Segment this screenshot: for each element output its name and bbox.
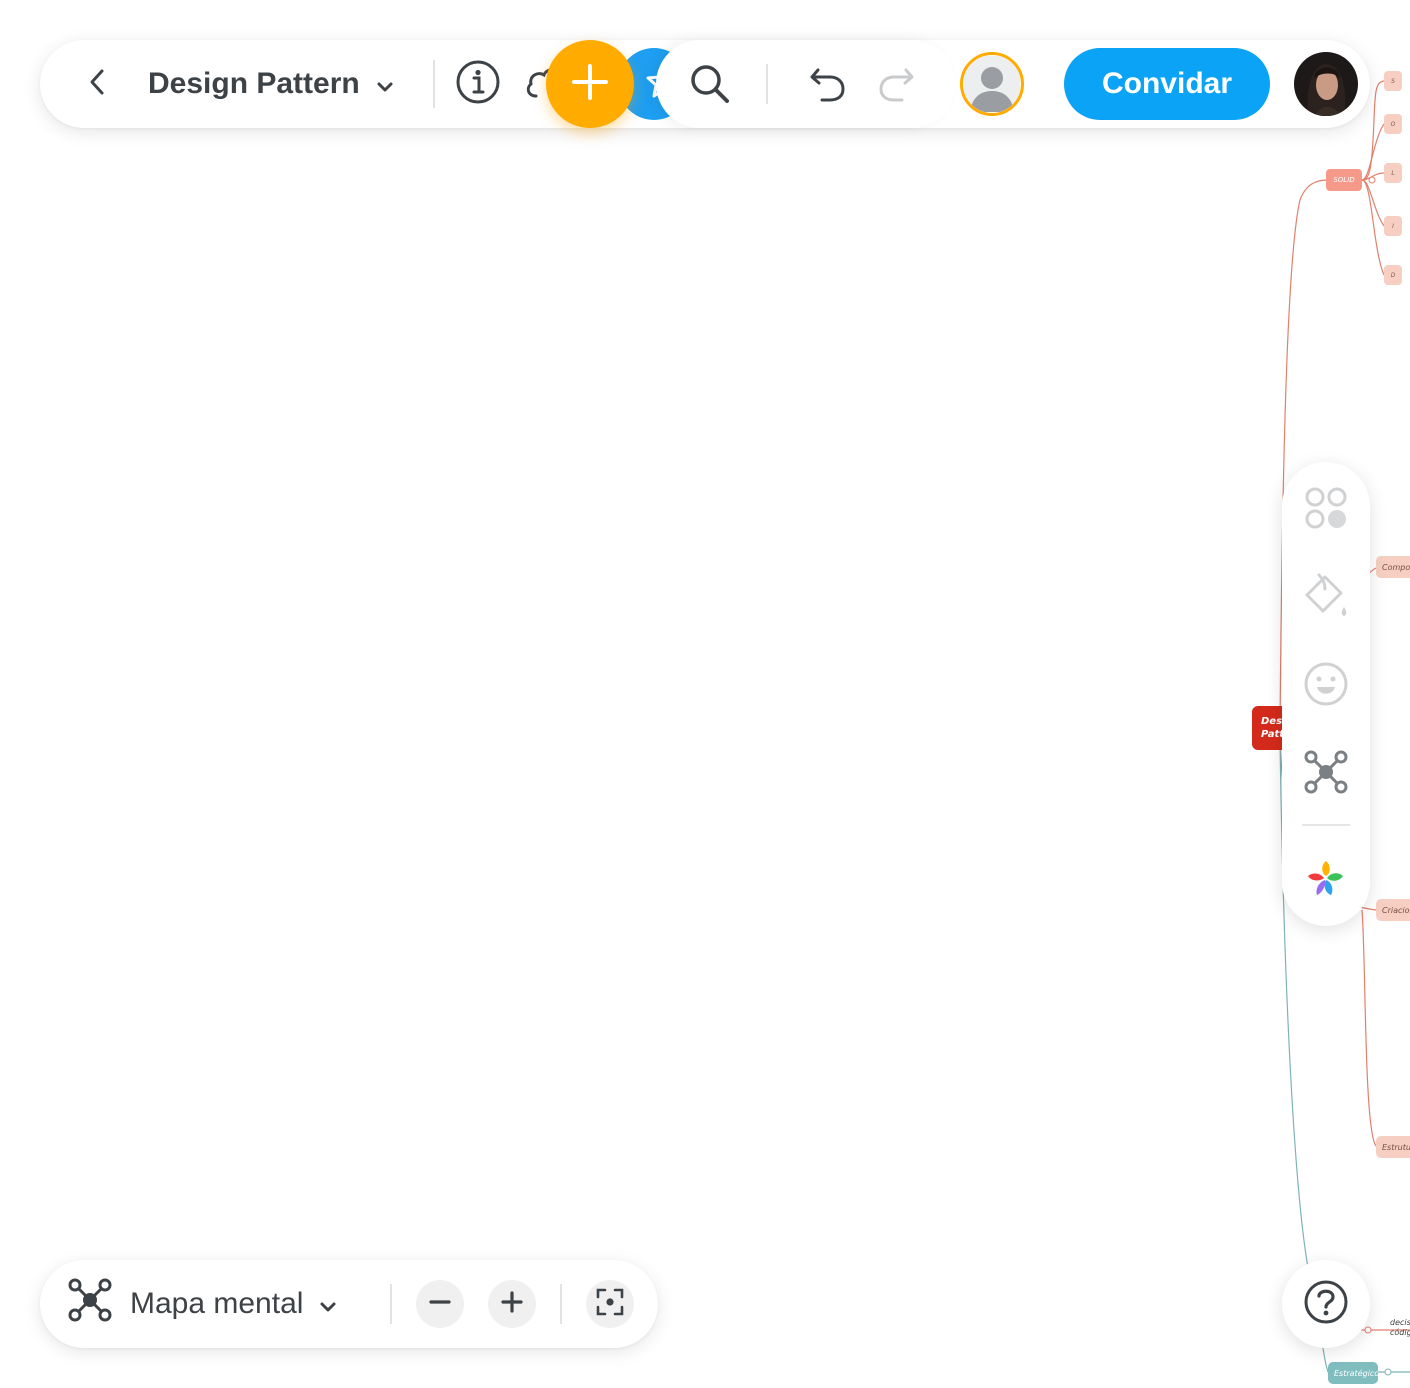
user-avatar[interactable] xyxy=(1294,52,1358,116)
chevron-down-icon xyxy=(376,67,394,101)
stickers-button[interactable] xyxy=(1300,660,1352,712)
minus-icon xyxy=(429,1291,451,1318)
invite-button[interactable]: Convidar xyxy=(1064,48,1270,120)
paint-bucket-icon xyxy=(1301,571,1351,626)
back-button[interactable] xyxy=(76,62,120,106)
zoom-in-button[interactable] xyxy=(488,1280,536,1328)
node-solid-s[interactable]: S xyxy=(1384,71,1402,91)
side-panel-divider xyxy=(1302,824,1350,826)
document-title: Design Pattern xyxy=(148,67,360,100)
layout-label: Mapa mental xyxy=(130,1287,304,1320)
invite-label: Convidar xyxy=(1101,67,1233,100)
focus-frame-icon xyxy=(596,1288,624,1321)
mindmap-canvas[interactable]: Desi Patt SOLID S O L I D Compor Criacio… xyxy=(0,0,1410,1388)
color-flower-icon xyxy=(1303,855,1349,906)
help-button[interactable] xyxy=(1282,1260,1370,1348)
layout-dropdown[interactable]: Mapa mental xyxy=(66,1278,337,1328)
search-button[interactable] xyxy=(684,60,736,112)
info-icon xyxy=(455,59,501,110)
add-button[interactable] xyxy=(546,40,634,128)
search-icon xyxy=(688,62,732,111)
toolbar-divider xyxy=(433,60,435,108)
map-structure-button[interactable] xyxy=(1300,748,1352,800)
undo-button[interactable] xyxy=(802,60,854,112)
side-panel xyxy=(1282,462,1370,926)
zoom-out-button[interactable] xyxy=(416,1280,464,1328)
templates-button[interactable] xyxy=(1300,484,1352,536)
emoji-icon xyxy=(1302,660,1350,713)
action-group xyxy=(656,40,956,128)
info-button[interactable] xyxy=(454,60,502,108)
fit-to-screen-button[interactable] xyxy=(586,1280,634,1328)
node-solid-o[interactable]: O xyxy=(1384,114,1402,134)
redo-button[interactable] xyxy=(870,60,922,112)
mindmap-connections xyxy=(1279,80,1410,1376)
undo-icon xyxy=(808,64,848,109)
node-solid-l[interactable]: L xyxy=(1384,163,1402,183)
node-comportamental[interactable]: Compor xyxy=(1376,556,1410,578)
chevron-down-icon xyxy=(319,1287,337,1321)
node-solid-i[interactable]: I xyxy=(1384,216,1402,236)
help-icon xyxy=(1303,1279,1349,1330)
node-solid[interactable]: SOLID xyxy=(1326,169,1362,191)
mindmap-structure-icon xyxy=(66,1276,114,1332)
node-solid-d[interactable]: D xyxy=(1384,265,1402,285)
collaborator-avatar[interactable] xyxy=(960,52,1024,116)
toolbar-divider xyxy=(390,1284,392,1324)
plus-icon xyxy=(570,62,610,107)
colors-button[interactable] xyxy=(1300,854,1352,906)
bottom-toolbar: Mapa mental xyxy=(40,1260,658,1348)
plus-icon xyxy=(501,1290,523,1318)
toolbar-divider xyxy=(766,64,768,104)
redo-icon xyxy=(876,64,916,109)
node-estrategico[interactable]: Estratégico xyxy=(1328,1362,1378,1384)
grid-circles-icon xyxy=(1302,484,1350,537)
mindmap-structure-icon xyxy=(1302,748,1350,801)
user-photo xyxy=(1294,52,1358,116)
node-criacional[interactable]: Criacion xyxy=(1376,899,1410,921)
root-line-2: Patt xyxy=(1261,729,1284,740)
node-estrutural[interactable]: Estrutur xyxy=(1376,1136,1410,1158)
style-button[interactable] xyxy=(1300,572,1352,624)
document-title-dropdown[interactable]: Design Pattern xyxy=(148,62,394,106)
toolbar-divider xyxy=(560,1284,562,1324)
chevron-left-icon xyxy=(88,68,108,101)
avatar-placeholder-icon xyxy=(964,56,1020,112)
node-strategic-note[interactable]: decisõ códig xyxy=(1384,1316,1410,1340)
